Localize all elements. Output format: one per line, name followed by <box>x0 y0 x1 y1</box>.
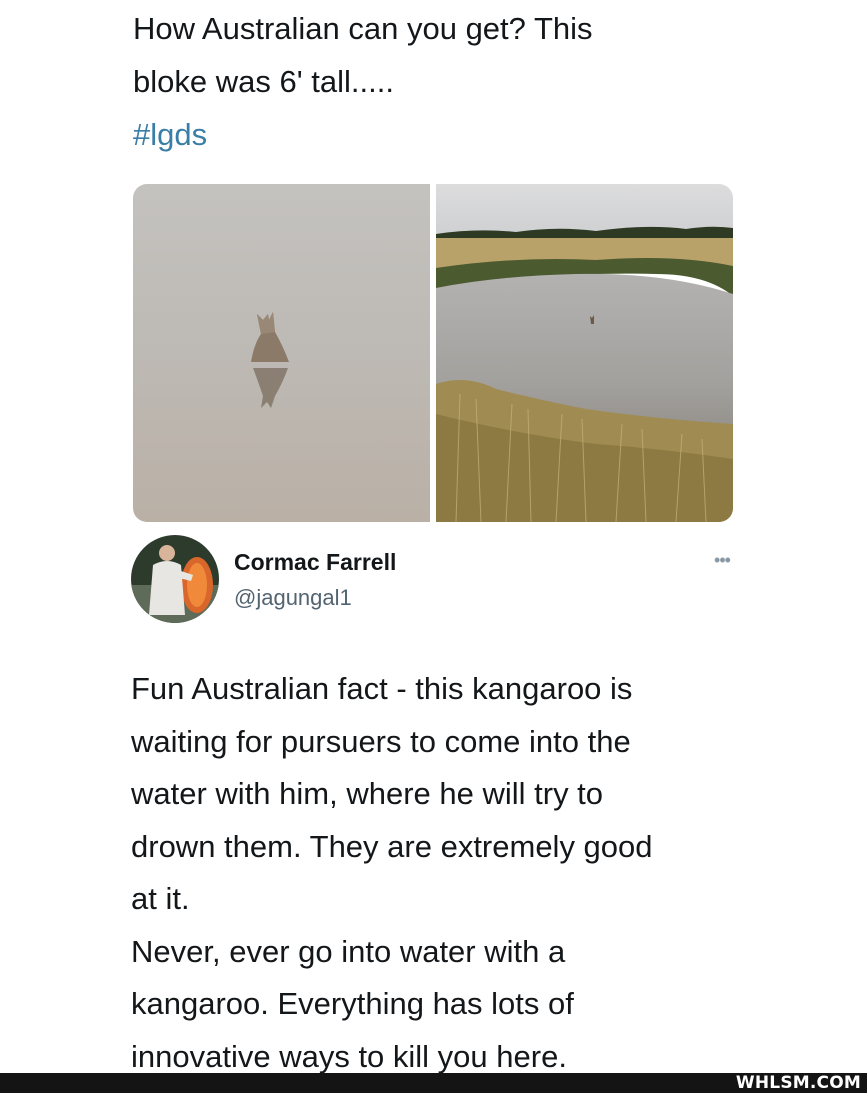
tweet-text-line: drown them. They are extremely good <box>131 828 653 864</box>
tweet-text: Fun Australian fact - this kangaroo is w… <box>131 663 831 1083</box>
tweet-text-line: waiting for pursuers to come into the <box>131 723 631 759</box>
watermark: WHLSM.COM <box>735 1073 861 1093</box>
caption-line: How Australian can you get? This <box>133 11 593 46</box>
caption-line: bloke was 6' tall..... <box>133 64 394 99</box>
more-options-icon[interactable]: ••• <box>707 549 737 571</box>
avatar[interactable] <box>131 535 219 623</box>
tweet-text-line: Never, ever go into water with a <box>131 933 566 969</box>
kangaroo-dam-photo[interactable] <box>436 184 733 522</box>
author-handle[interactable]: @jagungal1 <box>234 585 352 611</box>
kangaroo-closeup-photo[interactable] <box>133 184 430 522</box>
author-name[interactable]: Cormac Farrell <box>234 549 396 576</box>
tweet-text-line: at it. <box>131 881 190 916</box>
tweet-text-line: Fun Australian fact - this kangaroo is <box>131 671 633 706</box>
tweet-header: Cormac Farrell @jagungal1 ••• <box>131 535 737 627</box>
hashtag-link[interactable]: #lgds <box>133 108 833 161</box>
tweet-text-line: kangaroo. Everything has lots of <box>131 986 574 1021</box>
caption: How Australian can you get? This bloke w… <box>133 2 833 161</box>
tweet-text-line: water with him, where he will try to <box>131 776 604 811</box>
photo-grid <box>133 184 733 522</box>
